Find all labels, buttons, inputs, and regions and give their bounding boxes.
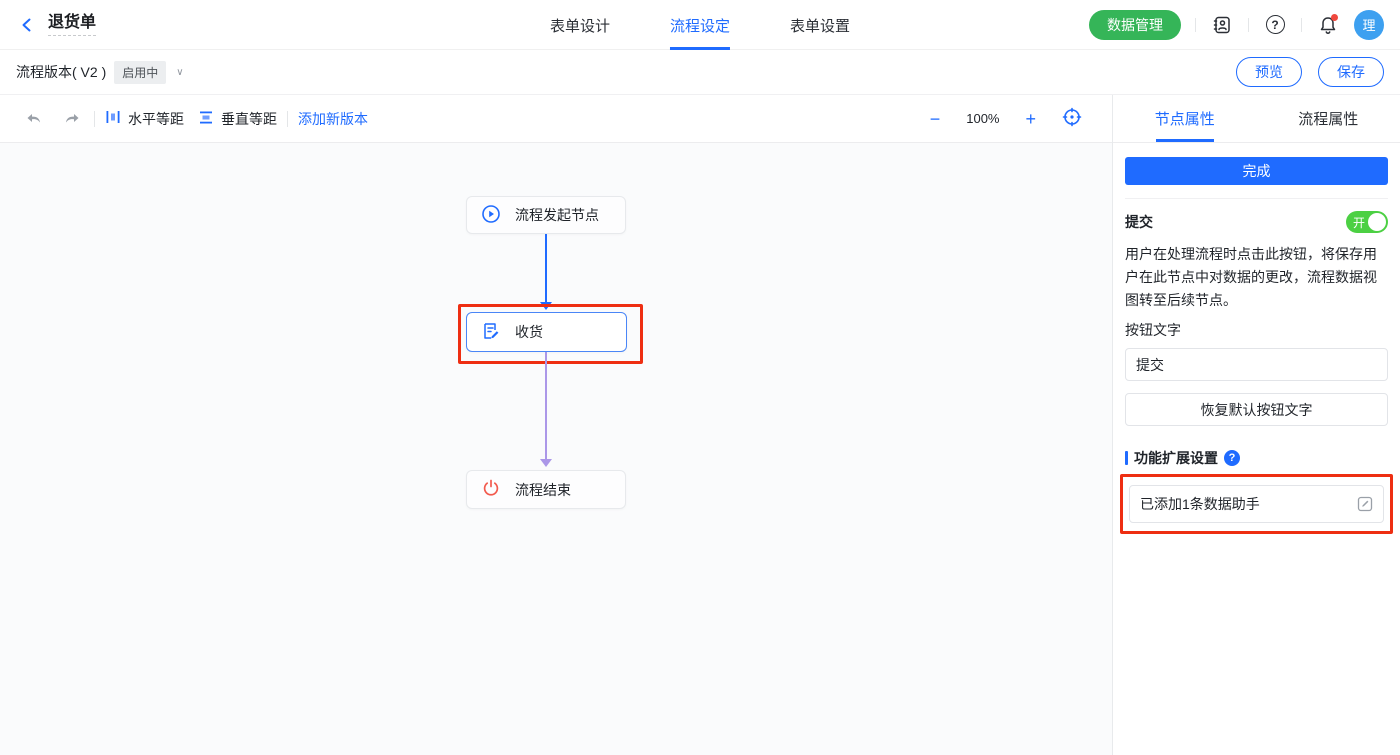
zoom-level: 100% <box>966 111 999 126</box>
align-group: 水平等距 垂直等距 <box>105 109 277 129</box>
panel-tabs: 节点属性 流程属性 <box>1113 95 1400 143</box>
horizontal-distribute-label: 水平等距 <box>128 109 184 129</box>
node-label: 流程结束 <box>515 480 571 500</box>
divider <box>1301 18 1302 32</box>
annotation-box-data-assistant: 已添加1条数据助手 <box>1120 474 1393 534</box>
vertical-distribute-label: 垂直等距 <box>221 109 277 129</box>
flow-node-receive[interactable]: 收货 <box>466 312 627 352</box>
divider <box>1195 18 1196 32</box>
node-label: 收货 <box>515 322 543 342</box>
submit-toggle[interactable]: 开 <box>1346 211 1388 233</box>
chevron-down-icon[interactable]: ∨ <box>176 67 183 78</box>
zoom-controls: − 100% + <box>930 107 1090 130</box>
divider <box>287 111 288 127</box>
properties-panel: 节点属性 流程属性 完成 提交 开 用户在处理流程时点击此按钮，将保存用户在此节… <box>1113 95 1400 755</box>
button-text-input[interactable] <box>1125 348 1388 381</box>
notification-badge <box>1331 14 1338 21</box>
zoom-out-button[interactable]: − <box>930 110 941 128</box>
extension-section-header: 功能扩展设置 ? <box>1125 448 1388 468</box>
vertical-distribute-icon <box>198 109 214 128</box>
form-edit-icon <box>481 321 501 344</box>
horizontal-distribute-icon <box>105 109 121 128</box>
divider <box>1125 198 1388 199</box>
flow-node-start[interactable]: 流程发起节点 <box>466 196 626 234</box>
extension-section-title: 功能扩展设置 <box>1134 448 1218 468</box>
tab-form-design[interactable]: 表单设计 <box>550 0 610 50</box>
node-label: 流程发起节点 <box>515 205 599 225</box>
vertical-distribute-button[interactable]: 垂直等距 <box>198 109 277 129</box>
history-group <box>22 107 84 131</box>
button-text-label: 按钮文字 <box>1125 320 1388 340</box>
back-icon[interactable] <box>16 14 38 36</box>
save-button[interactable]: 保存 <box>1318 57 1384 87</box>
toggle-state-label: 开 <box>1353 214 1365 231</box>
version-bar: 流程版本( V2 ) 启用中 ∨ 预览 保存 <box>0 50 1400 95</box>
avatar[interactable]: 理 <box>1354 10 1384 40</box>
contacts-book-icon[interactable] <box>1210 13 1234 37</box>
data-assistant-text: 已添加1条数据助手 <box>1140 494 1260 514</box>
section-accent-bar <box>1125 451 1128 465</box>
restore-default-button[interactable]: 恢复默认按钮文字 <box>1125 393 1388 426</box>
divider <box>1248 18 1249 32</box>
version-label: 流程版本( V2 ) <box>16 62 106 82</box>
version-info: 流程版本( V2 ) 启用中 ∨ <box>16 61 184 84</box>
page-title[interactable]: 退货单 <box>48 14 96 36</box>
app-window: 退货单 表单设计 流程设定 表单设置 数据管理 ? <box>0 0 1400 755</box>
horizontal-distribute-button[interactable]: 水平等距 <box>105 109 184 129</box>
connector-start-to-receive <box>545 234 547 303</box>
add-version-button[interactable]: 添加新版本 <box>298 109 368 129</box>
power-icon <box>481 478 501 501</box>
tab-node-properties[interactable]: 节点属性 <box>1113 95 1257 142</box>
tab-flow-properties[interactable]: 流程属性 <box>1257 95 1400 142</box>
connector-receive-to-end <box>545 352 547 460</box>
fit-view-icon[interactable] <box>1062 107 1082 130</box>
section-help-icon[interactable]: ? <box>1224 450 1240 466</box>
edit-pencil-icon[interactable] <box>1357 496 1373 512</box>
divider <box>94 111 95 127</box>
zoom-in-button[interactable]: + <box>1025 110 1036 128</box>
submit-title: 提交 <box>1125 212 1153 232</box>
version-actions: 预览 保存 <box>1236 57 1384 87</box>
top-header: 退货单 表单设计 流程设定 表单设置 数据管理 ? <box>0 0 1400 50</box>
status-badge: 启用中 <box>114 61 166 84</box>
tab-form-setting[interactable]: 表单设置 <box>790 0 850 50</box>
panel-body: 完成 提交 开 用户在处理流程时点击此按钮，将保存用户在此节点中对数据的更改，流… <box>1113 143 1400 548</box>
flow-canvas[interactable]: 流程发起节点 收货 <box>0 143 1112 755</box>
arrow-down-icon <box>540 302 552 310</box>
header-actions: 数据管理 ? 理 <box>1089 10 1384 40</box>
arrow-down-icon <box>540 459 552 467</box>
redo-icon[interactable] <box>60 107 84 131</box>
main-area: 水平等距 垂直等距 添加新版本 − 100% + <box>0 95 1400 755</box>
preview-button[interactable]: 预览 <box>1236 57 1302 87</box>
toggle-knob <box>1368 213 1386 231</box>
data-assistant-field[interactable]: 已添加1条数据助手 <box>1129 485 1384 523</box>
data-manage-button[interactable]: 数据管理 <box>1089 10 1181 40</box>
play-icon <box>481 204 501 227</box>
notification-bell-icon[interactable] <box>1316 13 1340 37</box>
undo-icon[interactable] <box>22 107 46 131</box>
complete-button[interactable]: 完成 <box>1125 157 1388 185</box>
flow-designer: 水平等距 垂直等距 添加新版本 − 100% + <box>0 95 1113 755</box>
help-icon[interactable]: ? <box>1263 13 1287 37</box>
header-left: 退货单 <box>16 14 96 36</box>
tab-flow-setting[interactable]: 流程设定 <box>670 0 730 50</box>
flow-node-end[interactable]: 流程结束 <box>466 470 626 509</box>
header-tabs: 表单设计 流程设定 表单设置 <box>550 0 850 50</box>
canvas-toolbar: 水平等距 垂直等距 添加新版本 − 100% + <box>0 95 1112 143</box>
submit-setting-row: 提交 开 <box>1125 211 1388 233</box>
submit-description: 用户在处理流程时点击此按钮，将保存用户在此节点中对数据的更改，流程数据视图转至后… <box>1125 243 1388 312</box>
